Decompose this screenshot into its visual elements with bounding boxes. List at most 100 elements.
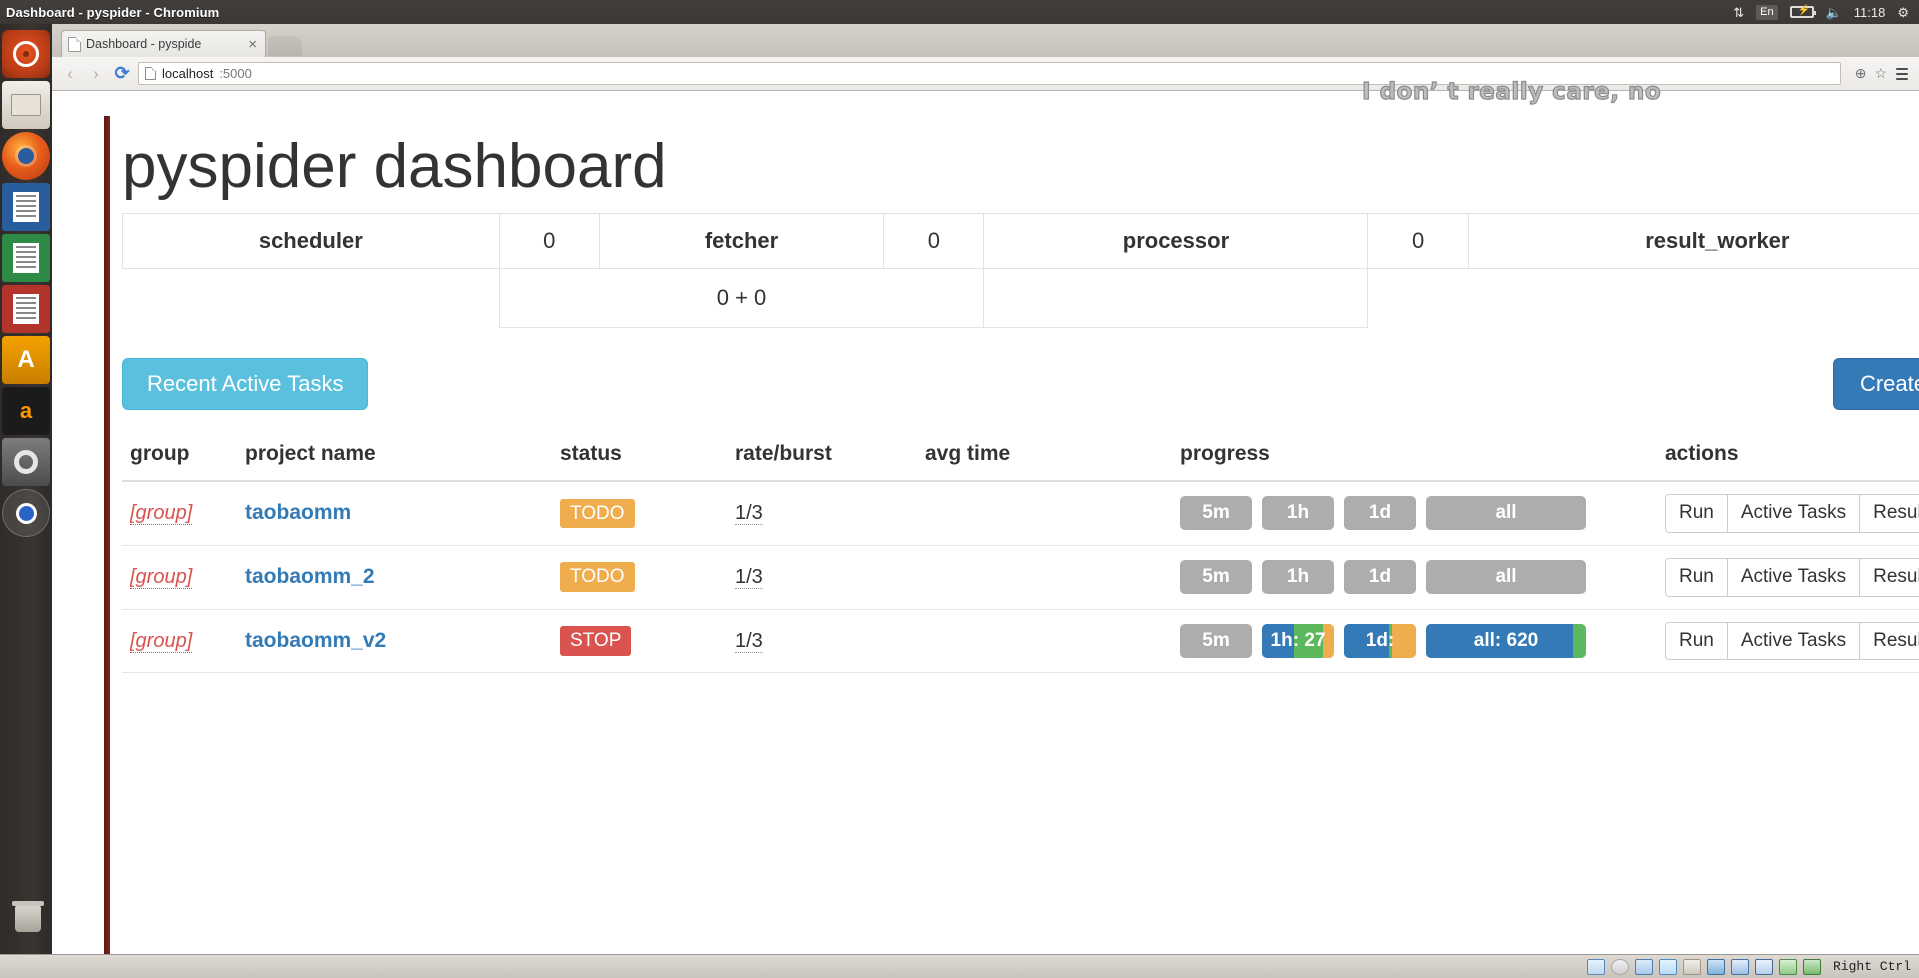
close-icon[interactable]: × xyxy=(246,37,259,52)
project-name-link[interactable]: taobaomm_2 xyxy=(245,565,375,588)
progress-bar[interactable]: 5m xyxy=(1180,496,1252,531)
remote-desktop-icon[interactable] xyxy=(1730,958,1749,975)
action-button-active-tasks[interactable]: Active Tasks xyxy=(1727,494,1861,533)
action-button-results[interactable]: Results xyxy=(1860,494,1919,533)
progress-bar[interactable]: 5m xyxy=(1180,560,1252,595)
header-status: status xyxy=(552,432,727,483)
reload-icon[interactable]: ⟳ xyxy=(112,63,132,84)
progress-bar[interactable]: 1h xyxy=(1262,560,1334,595)
group-link[interactable]: [group] xyxy=(130,565,193,589)
action-button-active-tasks[interactable]: Active Tasks xyxy=(1727,621,1861,661)
project-name-link[interactable]: taobaomm_v2 xyxy=(245,629,386,652)
page-info-icon[interactable] xyxy=(145,67,156,80)
action-button-results[interactable]: Results xyxy=(1860,557,1919,597)
back-icon[interactable]: ‹ xyxy=(60,64,80,84)
launcher-item-system-settings[interactable] xyxy=(2,438,50,486)
create-button[interactable]: Create xyxy=(1832,358,1919,411)
network-updown-icon[interactable]: ⇅ xyxy=(1733,6,1744,19)
new-tab-button[interactable] xyxy=(268,36,302,56)
launcher-item-ubuntu-dash[interactable] xyxy=(2,30,50,78)
chromium-window: Dashboard - pyspide × ‹ › ⟳ localhost:50… xyxy=(52,24,1919,978)
launcher-item-libreoffice-impress[interactable] xyxy=(2,285,50,333)
zoom-icon[interactable]: ⊕ xyxy=(1855,65,1867,82)
page-left-edge xyxy=(104,116,110,978)
launcher-item-trash[interactable] xyxy=(4,895,52,943)
forward-icon[interactable]: › xyxy=(86,64,106,84)
progress-bar[interactable]: 5m xyxy=(1180,624,1252,659)
status-badge[interactable]: STOP xyxy=(560,626,632,656)
action-button-run[interactable]: Run xyxy=(1665,621,1728,661)
gear-icon[interactable]: ⚙ xyxy=(1897,6,1909,19)
progress-bar[interactable]: 1d xyxy=(1344,560,1416,595)
project-name-link[interactable]: taobaomm xyxy=(245,501,351,524)
launcher-item-libreoffice-calc[interactable] xyxy=(2,234,50,282)
projects-table-header-row: group project name status rate/burst avg… xyxy=(122,432,1919,483)
progress-segment xyxy=(1573,624,1586,659)
launcher-item-ubuntu-software[interactable]: A xyxy=(2,336,50,384)
action-button-group: RunActive TasksResults xyxy=(1665,621,1919,661)
projects-table: group project name status rate/burst avg… xyxy=(122,432,1919,674)
progress-bar-label: 5m xyxy=(1202,502,1230,524)
progress-bar[interactable]: all xyxy=(1426,496,1586,531)
hard-disk-icon[interactable] xyxy=(1586,958,1605,975)
launcher-item-amazon[interactable]: a xyxy=(2,387,50,435)
battery-charging-icon[interactable]: ⚡ xyxy=(1789,6,1816,18)
optical-disk-icon[interactable] xyxy=(1610,958,1629,975)
progress-bar[interactable]: all xyxy=(1426,560,1586,595)
launcher-item-firefox[interactable] xyxy=(2,132,50,180)
ubuntu-top-panel: Dashboard - pyspider - Chromium ⇅ En ⚡ 🔈… xyxy=(0,0,1919,24)
progress-bar-label: 1h xyxy=(1286,502,1310,524)
counter-row-queue: 0 + 0 xyxy=(123,268,1919,329)
clock-indicator[interactable]: 11:18 xyxy=(1854,6,1886,19)
progress-bar[interactable]: 1h xyxy=(1262,496,1334,531)
keyboard-layout-indicator[interactable]: En xyxy=(1756,4,1778,20)
rate-burst-value[interactable]: 1/3 xyxy=(735,565,763,589)
group-link[interactable]: [group] xyxy=(130,629,193,653)
browser-tab-title: Dashboard - pyspide xyxy=(86,37,202,51)
mouse-integration-icon[interactable] xyxy=(1778,958,1797,975)
counter-label-processor: processor xyxy=(983,213,1369,270)
status-badge[interactable]: TODO xyxy=(560,562,635,593)
progress-bar-label: all xyxy=(1495,502,1517,524)
launcher-item-chromium[interactable] xyxy=(2,489,50,537)
table-row: [group] taobaomm_2 TODO 1/3 5m 1h 1d all Run Acti… xyxy=(122,545,1919,610)
network-adapter-icon[interactable] xyxy=(1634,958,1653,975)
action-button-active-tasks[interactable]: Active Tasks xyxy=(1727,557,1861,597)
group-link[interactable]: [group] xyxy=(130,501,193,525)
omnibox-right-icons: ⊕ ☆ xyxy=(1847,65,1887,82)
progress-bar[interactable]: 1h: 27 xyxy=(1262,624,1334,659)
rate-burst-value[interactable]: 1/3 xyxy=(735,629,763,653)
cpu-icon[interactable] xyxy=(1754,958,1773,975)
virtualbox-status-bar: Right Ctrl xyxy=(0,954,1919,978)
usb-icon[interactable] xyxy=(1658,958,1677,975)
action-button-run[interactable]: Run xyxy=(1665,557,1728,597)
action-button-results[interactable]: Results xyxy=(1860,621,1919,661)
header-group: group xyxy=(122,432,237,483)
address-bar[interactable]: localhost:5000 xyxy=(138,62,1841,85)
progress-bar[interactable]: 1d: xyxy=(1344,624,1416,659)
cell-actions: RunActive TasksResults xyxy=(1657,545,1919,610)
cell-project-name: taobaomm_2 xyxy=(237,545,552,610)
hamburger-menu-icon[interactable] xyxy=(1893,67,1911,80)
counter-queue-value: 0 + 0 xyxy=(498,268,985,329)
volume-icon[interactable]: 🔈 xyxy=(1826,6,1842,19)
action-button-run[interactable]: Run xyxy=(1665,494,1728,533)
progress-group: 5m 1h 1d all xyxy=(1180,560,1649,595)
progress-bar[interactable]: 1d xyxy=(1344,496,1416,531)
window-title: Dashboard - pyspider - Chromium xyxy=(6,4,220,20)
progress-bar[interactable]: all: 620 xyxy=(1426,624,1586,659)
browser-tab[interactable]: Dashboard - pyspide × xyxy=(61,30,266,57)
host-key-icon[interactable] xyxy=(1802,958,1821,975)
shared-folder-icon[interactable] xyxy=(1682,958,1701,975)
cell-progress: 5m 1h 1d all xyxy=(1172,545,1657,610)
star-icon[interactable]: ☆ xyxy=(1874,65,1887,82)
cell-group: [group] xyxy=(122,609,237,674)
status-badge[interactable]: TODO xyxy=(560,498,635,529)
unity-launcher: A a xyxy=(0,24,52,954)
recent-active-tasks-button[interactable]: Recent Active Tasks xyxy=(122,358,369,411)
display-icon[interactable] xyxy=(1706,958,1725,975)
cell-project-name: taobaomm xyxy=(237,481,552,546)
launcher-item-files[interactable] xyxy=(2,81,50,129)
rate-burst-value[interactable]: 1/3 xyxy=(735,501,763,525)
launcher-item-libreoffice-writer[interactable] xyxy=(2,183,50,231)
